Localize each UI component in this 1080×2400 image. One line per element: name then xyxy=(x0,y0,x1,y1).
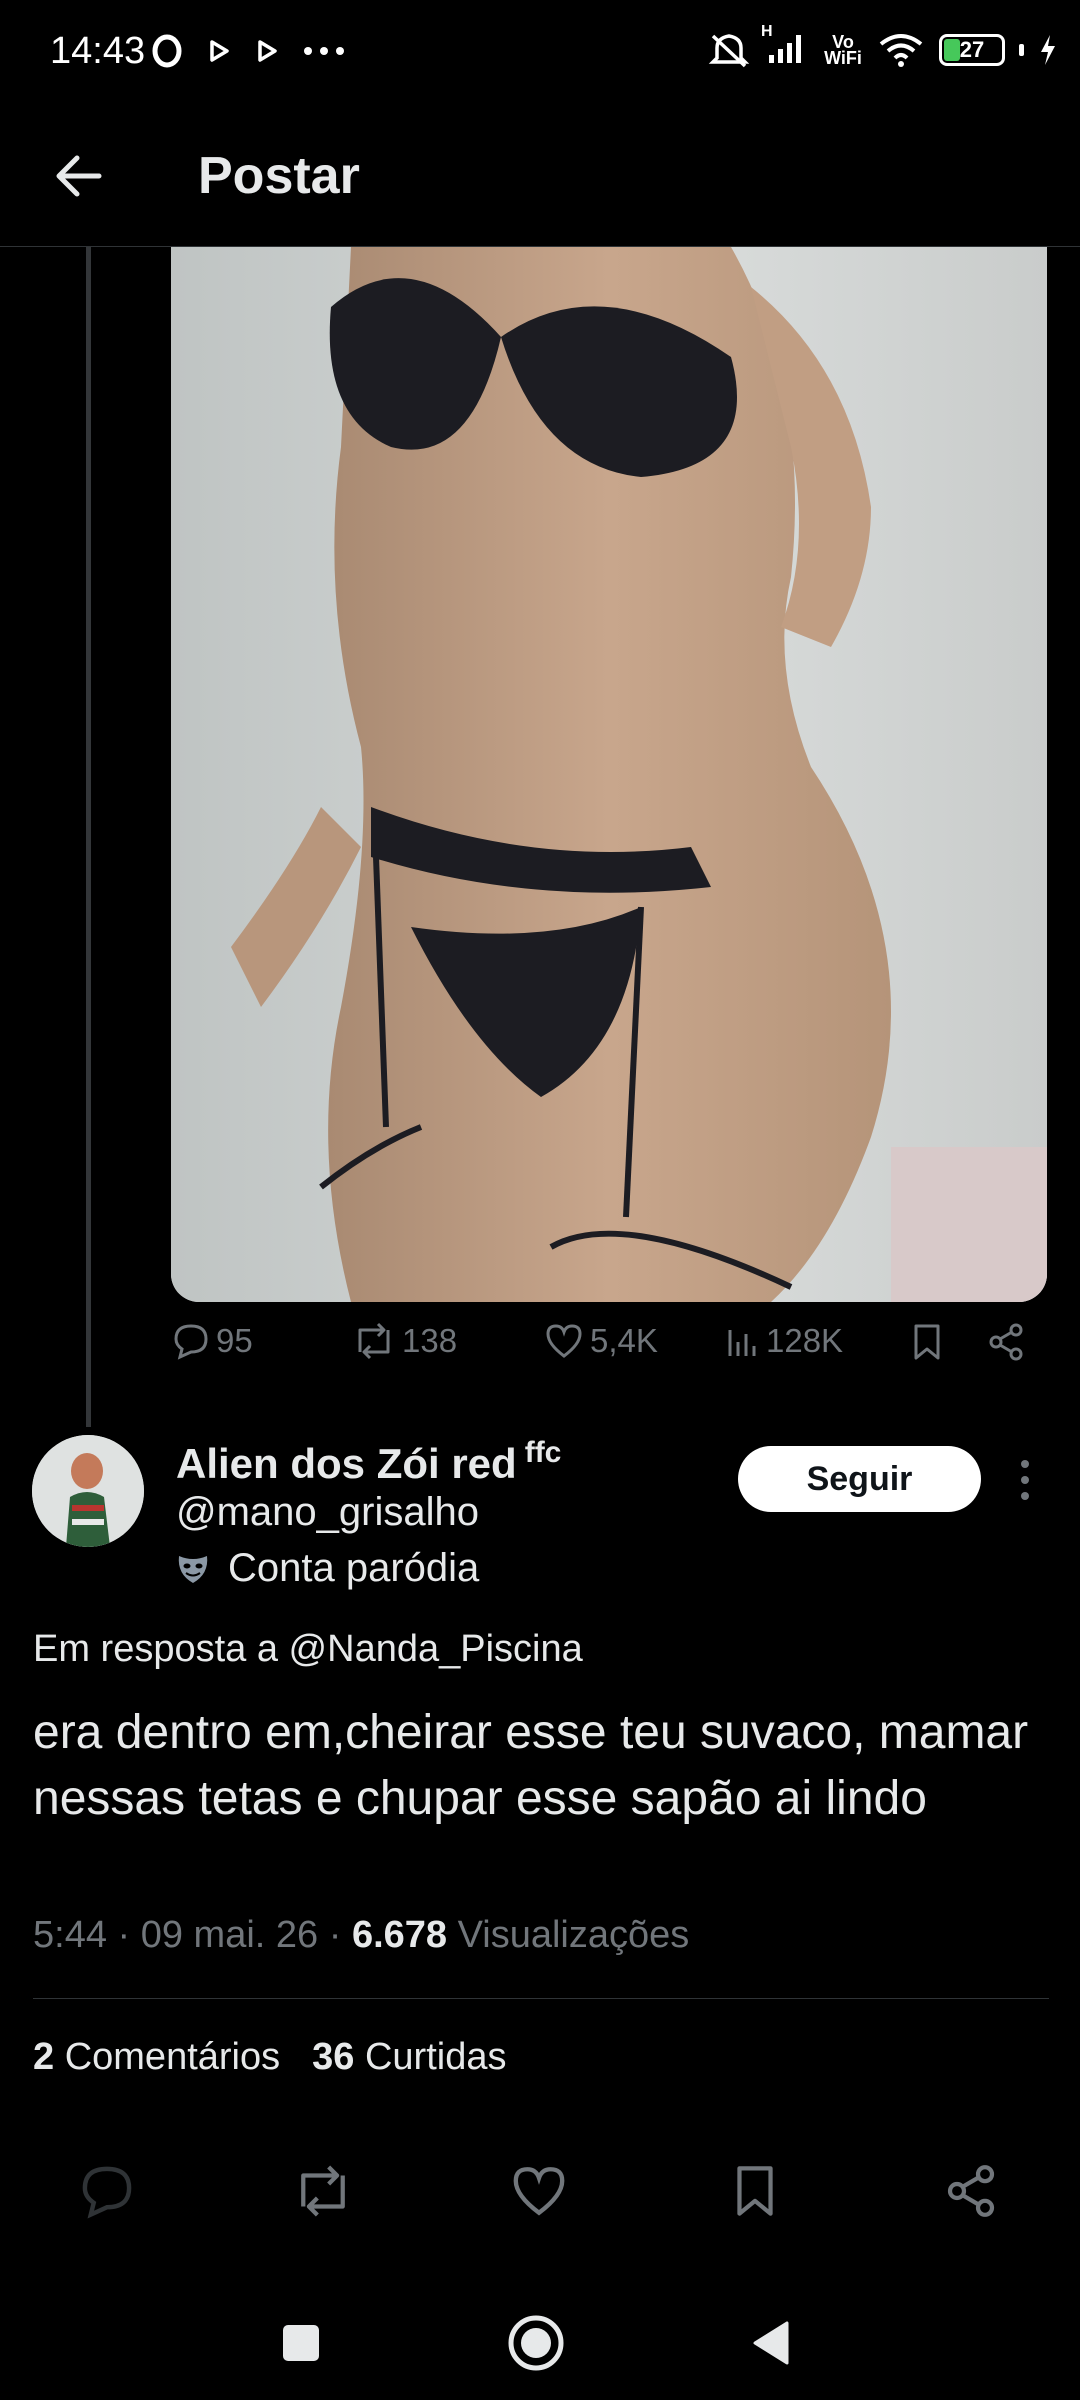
reply-comment-button[interactable] xyxy=(72,2156,142,2226)
author-display-name: Alien dos Zói red xyxy=(176,1440,517,1487)
views-count: 128K xyxy=(766,1322,844,1359)
status-left-icons xyxy=(150,34,346,68)
heart-icon xyxy=(546,1324,582,1358)
like-action[interactable]: 5,4K xyxy=(544,1322,658,1360)
post-views-label: Visualizações xyxy=(447,1914,690,1956)
heart-icon xyxy=(513,2167,565,2216)
like-count: 5,4K xyxy=(590,1322,658,1359)
mask-icon xyxy=(178,1555,208,1583)
more-dot xyxy=(1021,1460,1029,1468)
status-time: 14:43 xyxy=(50,30,146,72)
wifi-icon xyxy=(879,34,923,67)
status-right-icons: H Vo WiFi 27 xyxy=(707,23,1058,72)
repost-count: 138 xyxy=(402,1322,458,1359)
repost-icon xyxy=(301,2165,345,2217)
comments-count: 2 xyxy=(33,2036,55,2078)
comment-icon xyxy=(82,2166,132,2219)
likes-label: Curtidas xyxy=(354,2036,507,2078)
play-icon xyxy=(258,40,277,62)
share-action[interactable] xyxy=(986,1322,1026,1362)
arrow-left-icon xyxy=(56,155,102,197)
mute-icon xyxy=(708,34,750,68)
square-icon xyxy=(283,2325,319,2361)
likes-count: 36 xyxy=(312,2036,355,2078)
triangle-back-icon xyxy=(753,2321,789,2365)
vowifi-label: Vo WiFi xyxy=(824,32,862,68)
back-nav-button[interactable] xyxy=(736,2308,806,2378)
page-title: Postar xyxy=(198,147,360,205)
battery-icon: 27 xyxy=(939,34,1005,66)
signal-icon: H xyxy=(761,23,809,70)
media-actions-row: 95 138 5,4K 128K xyxy=(172,1322,1032,1382)
author-name[interactable]: Alien dos Zói red ffc xyxy=(176,1436,561,1488)
post-text: era dentro em,cheirar esse teu suvaco, m… xyxy=(33,1706,1029,1825)
views-action[interactable]: 128K xyxy=(724,1322,843,1360)
post-media-image[interactable] xyxy=(171,247,1047,1302)
battery-cap xyxy=(1019,44,1024,56)
post-time: 5:44 · 09 mai. 26 · xyxy=(33,1914,352,1956)
repost-icon xyxy=(358,1322,390,1360)
comments-label: Comentários xyxy=(54,2036,281,2078)
system-nav-bar xyxy=(0,2290,1080,2390)
opera-icon xyxy=(152,34,182,68)
comment-action[interactable]: 95 xyxy=(172,1322,253,1360)
divider xyxy=(33,1998,1049,1999)
thread-line xyxy=(86,247,91,1427)
more-options-button[interactable] xyxy=(1010,1456,1040,1504)
more-dot xyxy=(1021,1492,1029,1500)
signal-label: H xyxy=(761,22,773,40)
home-button[interactable] xyxy=(501,2308,571,2378)
reply-actions-bar xyxy=(0,2150,1080,2230)
status-bar: 14:43 H Vo WiFi 27 xyxy=(0,0,1080,110)
comment-count: 95 xyxy=(216,1322,253,1359)
parody-badge: Conta paródia xyxy=(176,1546,479,1591)
bookmark-icon xyxy=(737,2166,773,2216)
reply-bookmark-button[interactable] xyxy=(720,2156,790,2226)
home-circle-icon xyxy=(508,2315,564,2371)
reply-repost-button[interactable] xyxy=(288,2156,358,2226)
back-button[interactable] xyxy=(48,146,108,206)
views-chart-icon xyxy=(728,1330,756,1356)
reply-to-label[interactable]: Em resposta a @Nanda_Piscina xyxy=(33,1628,583,1671)
more-dots-icon xyxy=(304,47,344,55)
recent-apps-button[interactable] xyxy=(266,2308,336,2378)
share-icon xyxy=(947,2165,995,2217)
repost-action[interactable]: 138 xyxy=(352,1322,457,1360)
play-icon xyxy=(210,40,229,62)
reply-share-button[interactable] xyxy=(936,2156,1006,2226)
post-views-count: 6.678 xyxy=(351,1914,448,1956)
author-avatar[interactable] xyxy=(32,1435,144,1547)
reply-like-button[interactable] xyxy=(504,2156,574,2226)
avatar-figure-image xyxy=(32,1435,144,1547)
follow-button[interactable]: Seguir xyxy=(738,1446,981,1512)
photo-illustration xyxy=(171,247,1047,1302)
charging-icon xyxy=(1041,35,1055,65)
more-dot xyxy=(1021,1476,1029,1484)
post-meta: 5:44 · 09 mai. 26 · 6.678 Visualizações xyxy=(33,1914,689,1957)
bookmark-action[interactable] xyxy=(910,1322,944,1362)
author-handle[interactable]: @mano_grisalho xyxy=(176,1490,479,1535)
author-name-suffix: ffc xyxy=(524,1436,562,1469)
comments-stat[interactable]: 2 Comentários xyxy=(33,2036,280,2078)
comment-icon xyxy=(174,1324,208,1360)
battery-level: 27 xyxy=(959,37,985,62)
likes-stat[interactable]: 36 Curtidas xyxy=(312,2036,506,2078)
post-stats: 2 Comentários 36 Curtidas xyxy=(33,2036,506,2079)
top-header: Postar xyxy=(0,110,1080,247)
share-icon xyxy=(989,1323,1023,1361)
bookmark-icon xyxy=(914,1324,940,1360)
parody-label: Conta paródia xyxy=(228,1546,480,1590)
